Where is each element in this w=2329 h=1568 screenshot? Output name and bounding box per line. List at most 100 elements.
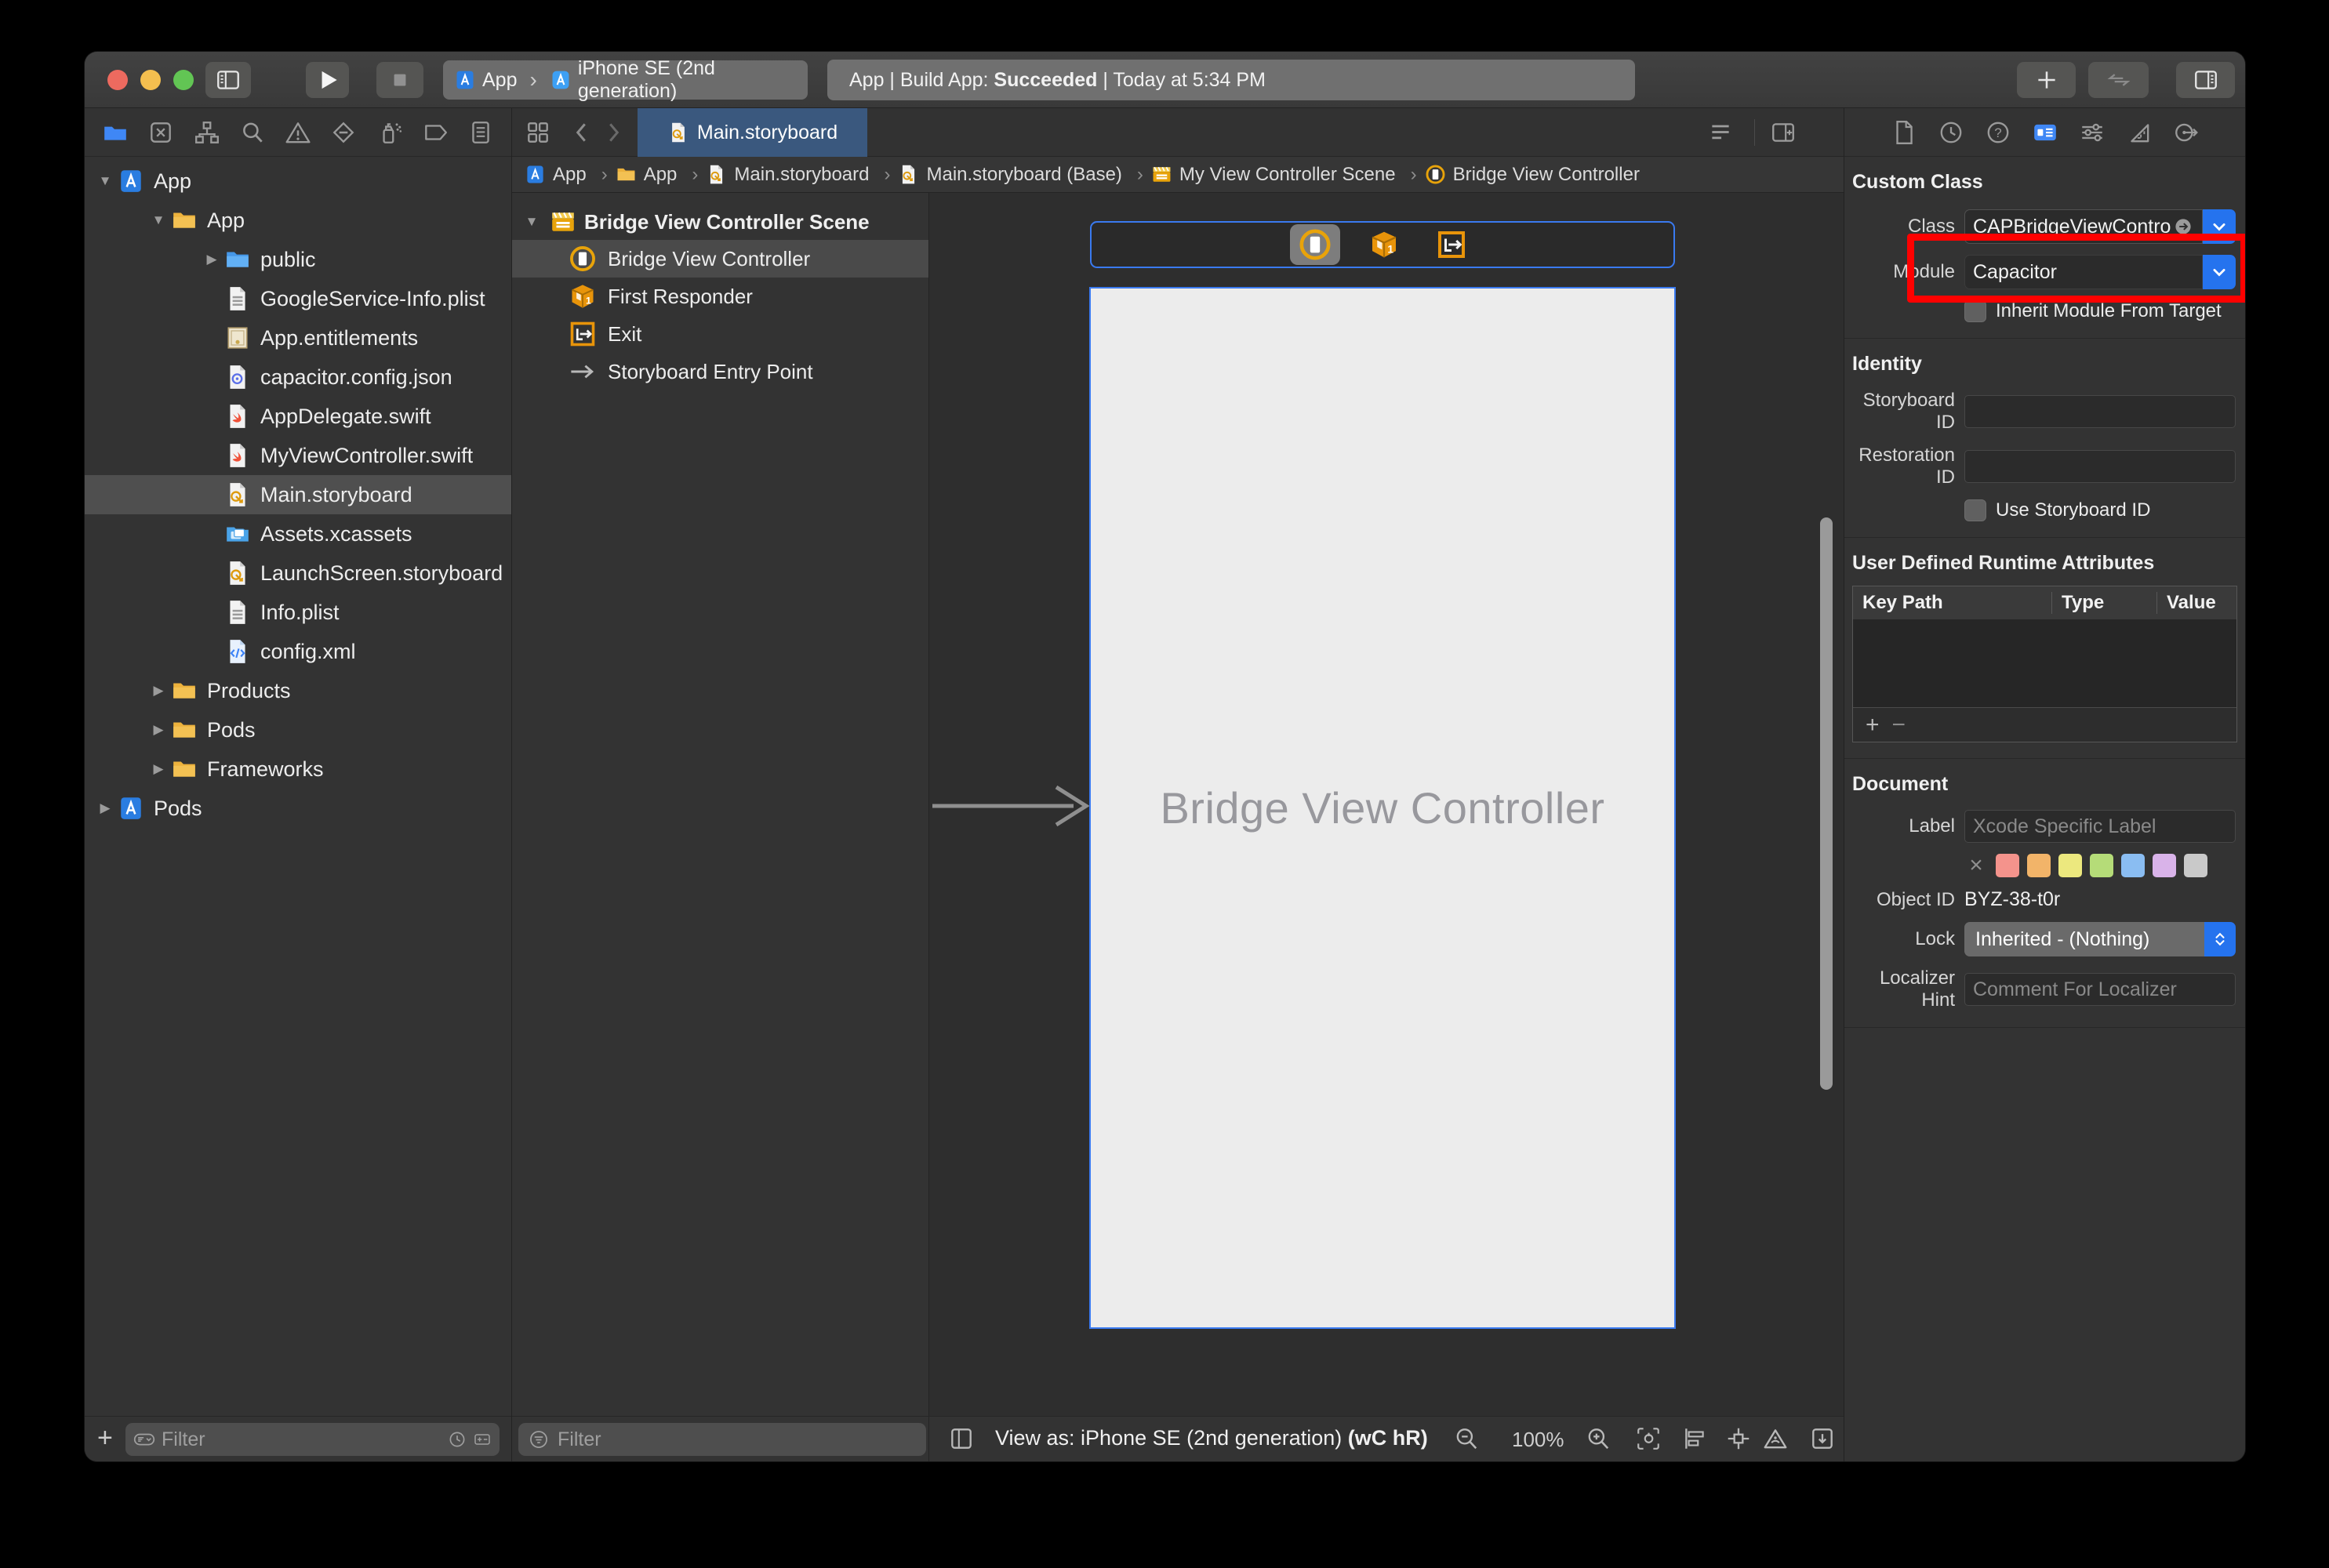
breadcrumb-item[interactable]: Bridge View Controller ›: [1425, 164, 1640, 186]
color-tag-swatch[interactable]: [2121, 854, 2145, 877]
color-tag-swatch[interactable]: [2153, 854, 2176, 877]
color-tag-swatch[interactable]: [1996, 854, 2019, 877]
disclosure-triangle-icon[interactable]: [146, 722, 171, 738]
file-row[interactable]: capacitor.config.json: [85, 358, 511, 397]
scheme-selector[interactable]: App › iPhone SE (2nd generation): [443, 60, 808, 100]
storyboard-entry-point-arrow[interactable]: [931, 781, 1092, 831]
file-row[interactable]: Main.storyboard: [85, 475, 511, 514]
add-editor-icon[interactable]: [1770, 119, 1797, 146]
add-file-button[interactable]: +: [97, 1423, 113, 1454]
module-field[interactable]: Capacitor: [1964, 255, 2203, 289]
editor-options-icon[interactable]: [1707, 119, 1734, 146]
tab-size-inspector[interactable]: [2126, 119, 2153, 146]
dock-exit-button[interactable]: [1428, 226, 1475, 263]
tab-find-navigator[interactable]: [239, 119, 266, 146]
back-chevron-icon[interactable]: [569, 119, 595, 146]
color-tag-swatch[interactable]: [2027, 854, 2051, 877]
file-row[interactable]: Frameworks: [85, 750, 511, 789]
inherit-module-checkbox[interactable]: [1964, 300, 1986, 322]
tab-file-inspector[interactable]: [1891, 119, 1917, 146]
editor-tab-main-storyboard[interactable]: Main.storyboard: [638, 108, 867, 157]
color-tag-swatch[interactable]: [2184, 854, 2207, 877]
view-controller-view[interactable]: Bridge View Controller: [1089, 287, 1676, 1329]
tab-test-navigator[interactable]: [330, 119, 357, 146]
class-dropdown-button[interactable]: [2203, 209, 2236, 244]
file-row[interactable]: App.entitlements: [85, 318, 511, 358]
file-row[interactable]: Assets.xcassets: [85, 514, 511, 554]
remove-attribute-button[interactable]: −: [1892, 712, 1906, 739]
tab-issue-navigator[interactable]: [285, 119, 311, 146]
canvas-vertical-scrollbar[interactable]: [1820, 517, 1833, 1090]
interface-builder-canvas[interactable]: Bridge View Controller: [929, 193, 1844, 1416]
file-row[interactable]: App: [85, 162, 511, 201]
outline-filter-input[interactable]: [558, 1428, 917, 1451]
tab-identity-inspector[interactable]: [2032, 119, 2058, 146]
dock-view-controller-button[interactable]: [1290, 224, 1340, 265]
disclosure-triangle-icon[interactable]: [146, 212, 171, 228]
zoom-out-icon[interactable]: [1453, 1425, 1480, 1452]
tab-connections-inspector[interactable]: [2173, 119, 2200, 146]
tab-project-navigator[interactable]: [102, 119, 129, 146]
related-items-grid-icon[interactable]: [525, 119, 551, 146]
zoom-window-button[interactable]: [173, 70, 194, 90]
restoration-id-input[interactable]: [1964, 450, 2236, 483]
disclosure-triangle-icon[interactable]: ▼: [521, 214, 542, 230]
localizer-hint-input[interactable]: [1964, 973, 2236, 1006]
recent-files-clock-icon[interactable]: [448, 1430, 467, 1449]
add-attribute-button[interactable]: +: [1866, 712, 1880, 739]
disclosure-triangle-icon[interactable]: [93, 800, 118, 816]
navigator-filter-field[interactable]: [125, 1423, 500, 1456]
breadcrumb-item[interactable]: Main.storyboard ›: [706, 164, 898, 186]
update-frames-icon[interactable]: [1635, 1425, 1662, 1452]
disclosure-triangle-icon[interactable]: [199, 252, 224, 267]
disclosure-triangle-icon[interactable]: [93, 173, 118, 189]
tab-debug-navigator[interactable]: [376, 119, 403, 146]
library-add-button[interactable]: [2017, 62, 2076, 98]
file-row[interactable]: GoogleService-Info.plist: [85, 279, 511, 318]
dock-first-responder-button[interactable]: [1361, 226, 1408, 263]
breadcrumb-item[interactable]: App ›: [525, 164, 616, 186]
lock-popup[interactable]: Inherited - (Nothing): [1964, 922, 2204, 956]
toggle-navigator-button[interactable]: [205, 62, 251, 98]
file-row[interactable]: AppDelegate.swift: [85, 397, 511, 436]
class-field[interactable]: CAPBridgeViewControl...: [1964, 209, 2203, 244]
outline-item[interactable]: Bridge View Controller: [512, 240, 928, 278]
file-row[interactable]: App: [85, 201, 511, 240]
editor-arrows-button[interactable]: [2088, 62, 2149, 98]
run-button[interactable]: [306, 62, 349, 98]
outline-item[interactable]: Storyboard Entry Point: [512, 353, 928, 390]
tab-attributes-inspector[interactable]: [2079, 119, 2106, 146]
minimize-window-button[interactable]: [140, 70, 161, 90]
resolve-autolayout-icon[interactable]: [1762, 1425, 1789, 1452]
zoom-level[interactable]: 100%: [1512, 1428, 1564, 1452]
align-icon[interactable]: [1681, 1425, 1708, 1452]
embed-icon[interactable]: [1809, 1425, 1836, 1452]
close-window-button[interactable]: [107, 70, 128, 90]
source-control-status-icon[interactable]: [473, 1430, 492, 1449]
color-tag-swatch[interactable]: ×: [1964, 854, 1988, 877]
view-as-label[interactable]: View as: iPhone SE (2nd generation) (wC …: [995, 1426, 1428, 1450]
outline-scene-row[interactable]: ▼ Bridge View Controller Scene: [512, 204, 928, 240]
file-row[interactable]: MyViewController.swift: [85, 436, 511, 475]
file-row[interactable]: Pods: [85, 710, 511, 750]
tab-report-navigator[interactable]: [467, 119, 494, 146]
file-row[interactable]: config.xml: [85, 632, 511, 671]
jump-to-class-arrow-icon[interactable]: [2172, 216, 2194, 238]
use-storyboard-id-checkbox[interactable]: [1964, 499, 1986, 521]
breadcrumb-item[interactable]: My View Controller Scene ›: [1151, 164, 1425, 186]
breadcrumb-item[interactable]: Main.storyboard (Base) ›: [898, 164, 1150, 186]
toggle-outline-icon[interactable]: [948, 1425, 975, 1452]
disclosure-triangle-icon[interactable]: [146, 683, 171, 699]
document-label-input[interactable]: [1964, 810, 2236, 843]
filter-input[interactable]: [162, 1428, 441, 1451]
forward-chevron-icon[interactable]: [600, 119, 627, 146]
color-tag-swatch[interactable]: [2090, 854, 2113, 877]
file-row[interactable]: LaunchScreen.storyboard: [85, 554, 511, 593]
tab-source-control-navigator[interactable]: [147, 119, 174, 146]
file-row[interactable]: Info.plist: [85, 593, 511, 632]
breadcrumb-item[interactable]: App ›: [616, 164, 707, 186]
zoom-in-icon[interactable]: [1585, 1425, 1611, 1452]
file-row[interactable]: public: [85, 240, 511, 279]
outline-item[interactable]: First Responder: [512, 278, 928, 315]
storyboard-id-input[interactable]: [1964, 395, 2236, 428]
